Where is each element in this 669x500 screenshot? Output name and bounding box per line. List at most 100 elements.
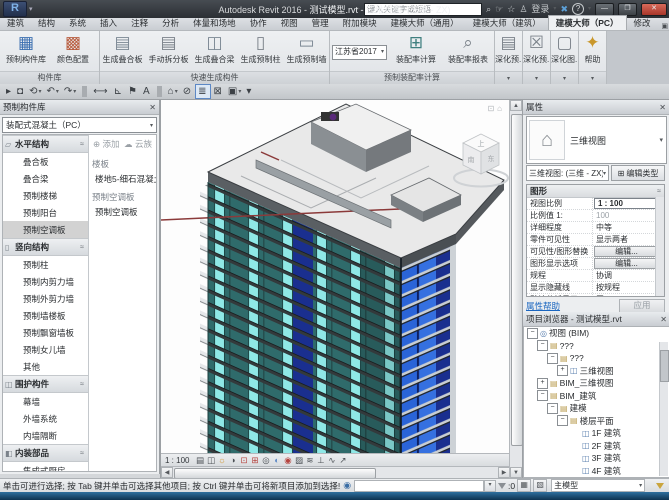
item-curtain-wall[interactable]: 幕墙 bbox=[3, 393, 88, 410]
item-exterior-wall-system[interactable]: 外墙系统 bbox=[3, 410, 88, 427]
component-row[interactable]: 预制空调板 bbox=[89, 204, 156, 219]
tree-expander-icon[interactable]: + bbox=[537, 377, 548, 389]
filter-icon[interactable] bbox=[656, 482, 664, 489]
component-row[interactable]: 楼地5-细石混凝土面层（ bbox=[89, 171, 156, 186]
close-icon[interactable]: ✕ bbox=[660, 315, 667, 324]
property-row[interactable]: 比例值 1: 100 bbox=[527, 210, 664, 222]
visual-style-icon[interactable]: ◫ bbox=[205, 455, 216, 466]
ribbon-button[interactable]: ▤ 深化预... bbox=[495, 32, 522, 72]
property-value[interactable]: 编辑... bbox=[594, 258, 656, 269]
ribbon-button[interactable]: ▯ 生成预制柱 bbox=[238, 32, 283, 72]
tree-expander-icon[interactable]: − bbox=[537, 340, 548, 352]
palette-type-select[interactable]: 装配式混凝土（PC） ▾ bbox=[2, 117, 157, 133]
item-other[interactable]: 其他 bbox=[3, 358, 88, 375]
panel-label[interactable]: 构件库 bbox=[0, 71, 99, 84]
property-value[interactable]: 按规程 bbox=[593, 282, 664, 293]
sign-in-label[interactable]: 登录 bbox=[531, 4, 549, 14]
region-standard-select[interactable]: 江苏省2017 ▾ bbox=[332, 45, 387, 60]
close-icon[interactable]: ✕ bbox=[149, 103, 156, 112]
component-row[interactable]: 预制空调板 bbox=[89, 186, 156, 204]
property-row[interactable]: 显示隐藏线 按规程 bbox=[527, 282, 664, 294]
reveal-hidden-elements-icon[interactable]: ◉ bbox=[282, 455, 293, 466]
panel-flyout-arrow[interactable]: ▾ bbox=[579, 71, 606, 84]
ribbon-tab[interactable]: 视图 bbox=[274, 16, 305, 30]
drawing-area[interactable]: ⊡ ⌂ 上 南 东 1 : 100 ▤ ◫ ☼ ◑ ⊡ ⊞ ◎ ◐ ◉ ▨ ≋ … bbox=[160, 100, 510, 479]
save-icon[interactable]: ◘ bbox=[15, 85, 26, 98]
panel-flyout-arrow[interactable]: ▾ bbox=[495, 71, 522, 84]
ribbon-button[interactable]: ▭ 生成预制墙 bbox=[284, 32, 329, 72]
panel-label[interactable]: 预制装配率计算 bbox=[330, 71, 494, 84]
ribbon-tab[interactable]: 修改 bbox=[627, 16, 658, 30]
tree-node[interactable]: − ▤ 楼层平面 bbox=[524, 415, 669, 428]
item-precast-stair[interactable]: 预制楼梯 bbox=[3, 187, 88, 204]
cloud-family-button[interactable]: ☁ 云族 bbox=[124, 138, 152, 150]
ribbon-tab[interactable]: 分析 bbox=[155, 16, 186, 30]
sun-path-icon[interactable]: ☼ bbox=[216, 455, 227, 466]
ribbon-tab[interactable]: 建模大师（通用） bbox=[384, 16, 466, 30]
tree-expander-icon[interactable] bbox=[571, 429, 580, 438]
property-row[interactable]: 可见性/图形替换 编辑... bbox=[527, 246, 664, 258]
tree-node[interactable]: − ▤ ??? bbox=[524, 352, 669, 365]
property-value[interactable]: 协调 bbox=[593, 270, 664, 281]
ribbon-tab[interactable]: 系统 bbox=[62, 16, 93, 30]
ribbon-tab[interactable]: 附加模块 bbox=[336, 16, 384, 30]
ribbon-button[interactable]: ⊞ 装配率计算 bbox=[390, 32, 442, 72]
view-scale-button[interactable]: 1 : 100 bbox=[165, 456, 189, 465]
measure-icon[interactable]: ⟷ bbox=[91, 85, 110, 98]
open-icon[interactable]: ▸ bbox=[4, 85, 14, 98]
property-value[interactable]: 100 bbox=[593, 211, 664, 220]
worksets-field[interactable] bbox=[354, 479, 485, 492]
section-icon[interactable]: ⊘ bbox=[181, 85, 194, 98]
thin-lines-icon[interactable]: ≣ bbox=[195, 84, 211, 99]
property-row[interactable]: 默认分析显示... 无 bbox=[527, 294, 664, 296]
design-option-select[interactable]: 主模型 ▾ bbox=[551, 479, 646, 492]
ribbon-tab[interactable]: 插入 bbox=[93, 16, 124, 30]
apply-button[interactable]: 应用 bbox=[619, 298, 665, 313]
scroll-left-icon[interactable]: ◀ bbox=[161, 467, 173, 478]
worksharing-display-icon[interactable]: ≋ bbox=[304, 455, 315, 466]
item-precast-interior-shear-wall[interactable]: 预制内剪力墙 bbox=[3, 273, 88, 290]
displacement-sets-icon[interactable]: ↗ bbox=[337, 455, 348, 466]
search-icon[interactable]: ⌕ bbox=[486, 4, 491, 14]
tree-node[interactable]: − ◎ 视图 (BIM) bbox=[524, 327, 669, 340]
editable-only-toggle[interactable]: ▦ bbox=[517, 479, 532, 492]
viewport-minimize-icon[interactable]: ⊡ bbox=[487, 104, 494, 113]
undo-icon[interactable]: ↶ ▾ bbox=[44, 85, 60, 98]
tree-expander-icon[interactable] bbox=[571, 454, 580, 463]
item-precast-wall-slab[interactable]: 预制墙楼板 bbox=[3, 307, 88, 324]
ribbon-tab[interactable]: 管理 bbox=[305, 16, 336, 30]
vertical-scrollbar[interactable]: ▲ ▼ bbox=[509, 100, 523, 478]
item-composite-beam[interactable]: 叠合梁 bbox=[3, 170, 88, 187]
viewcube[interactable]: 上 南 东 bbox=[453, 128, 510, 192]
category-vertical-structure[interactable]: ▯ 竖向结构 ≈ bbox=[3, 238, 88, 256]
help-icon[interactable]: ? bbox=[571, 3, 584, 15]
add-button[interactable]: ⊕ 添加 bbox=[93, 138, 120, 150]
analytical-model-icon[interactable]: ∿ bbox=[326, 455, 337, 466]
help-dropdown-icon[interactable]: ▾ bbox=[588, 4, 591, 14]
ribbon-tab[interactable]: 注释 bbox=[124, 16, 155, 30]
tree-expander-icon[interactable] bbox=[571, 466, 580, 475]
aligned-dimension-icon[interactable]: ⊾ bbox=[112, 85, 125, 98]
property-value[interactable]: 无 bbox=[593, 294, 664, 296]
ribbon-tab[interactable]: 结构 bbox=[31, 16, 62, 30]
horizontal-scrollbar[interactable]: ◀ ▶ bbox=[161, 466, 510, 479]
tree-node[interactable]: + ◫ 三维视图 bbox=[524, 365, 669, 378]
default-3d-view-icon[interactable]: ⌂ ▾ bbox=[166, 85, 180, 98]
tree-expander-icon[interactable]: + bbox=[557, 365, 568, 377]
palette-header[interactable]: 预制构件库 ✕ bbox=[0, 100, 159, 115]
separator[interactable] bbox=[156, 86, 162, 97]
ribbon-button[interactable]: ▩ 颜色配置 bbox=[50, 32, 96, 72]
tree-scrollbar[interactable] bbox=[659, 342, 669, 476]
panel-flyout-arrow[interactable]: ▾ bbox=[551, 71, 578, 84]
shadows-icon[interactable]: ◑ bbox=[227, 455, 238, 466]
project-browser-header[interactable]: 项目浏览器 - 测试模型.rvt ✕ bbox=[523, 312, 669, 327]
minimize-button[interactable]: — bbox=[595, 2, 614, 16]
tree-expander-icon[interactable]: − bbox=[537, 390, 548, 402]
logo-dropdown-icon[interactable]: ▾ bbox=[29, 5, 33, 13]
property-value[interactable]: 1 : 100 bbox=[594, 198, 663, 209]
customize-qat-icon[interactable]: ▾ bbox=[244, 85, 254, 98]
item-precast-column[interactable]: 预制柱 bbox=[3, 256, 88, 273]
sync-icon[interactable]: ⟲ ▾ bbox=[27, 85, 43, 98]
modify-panel-icon[interactable]: ▣ bbox=[662, 22, 669, 30]
tree-node[interactable]: ◫ 4F 建筑 bbox=[524, 465, 669, 478]
